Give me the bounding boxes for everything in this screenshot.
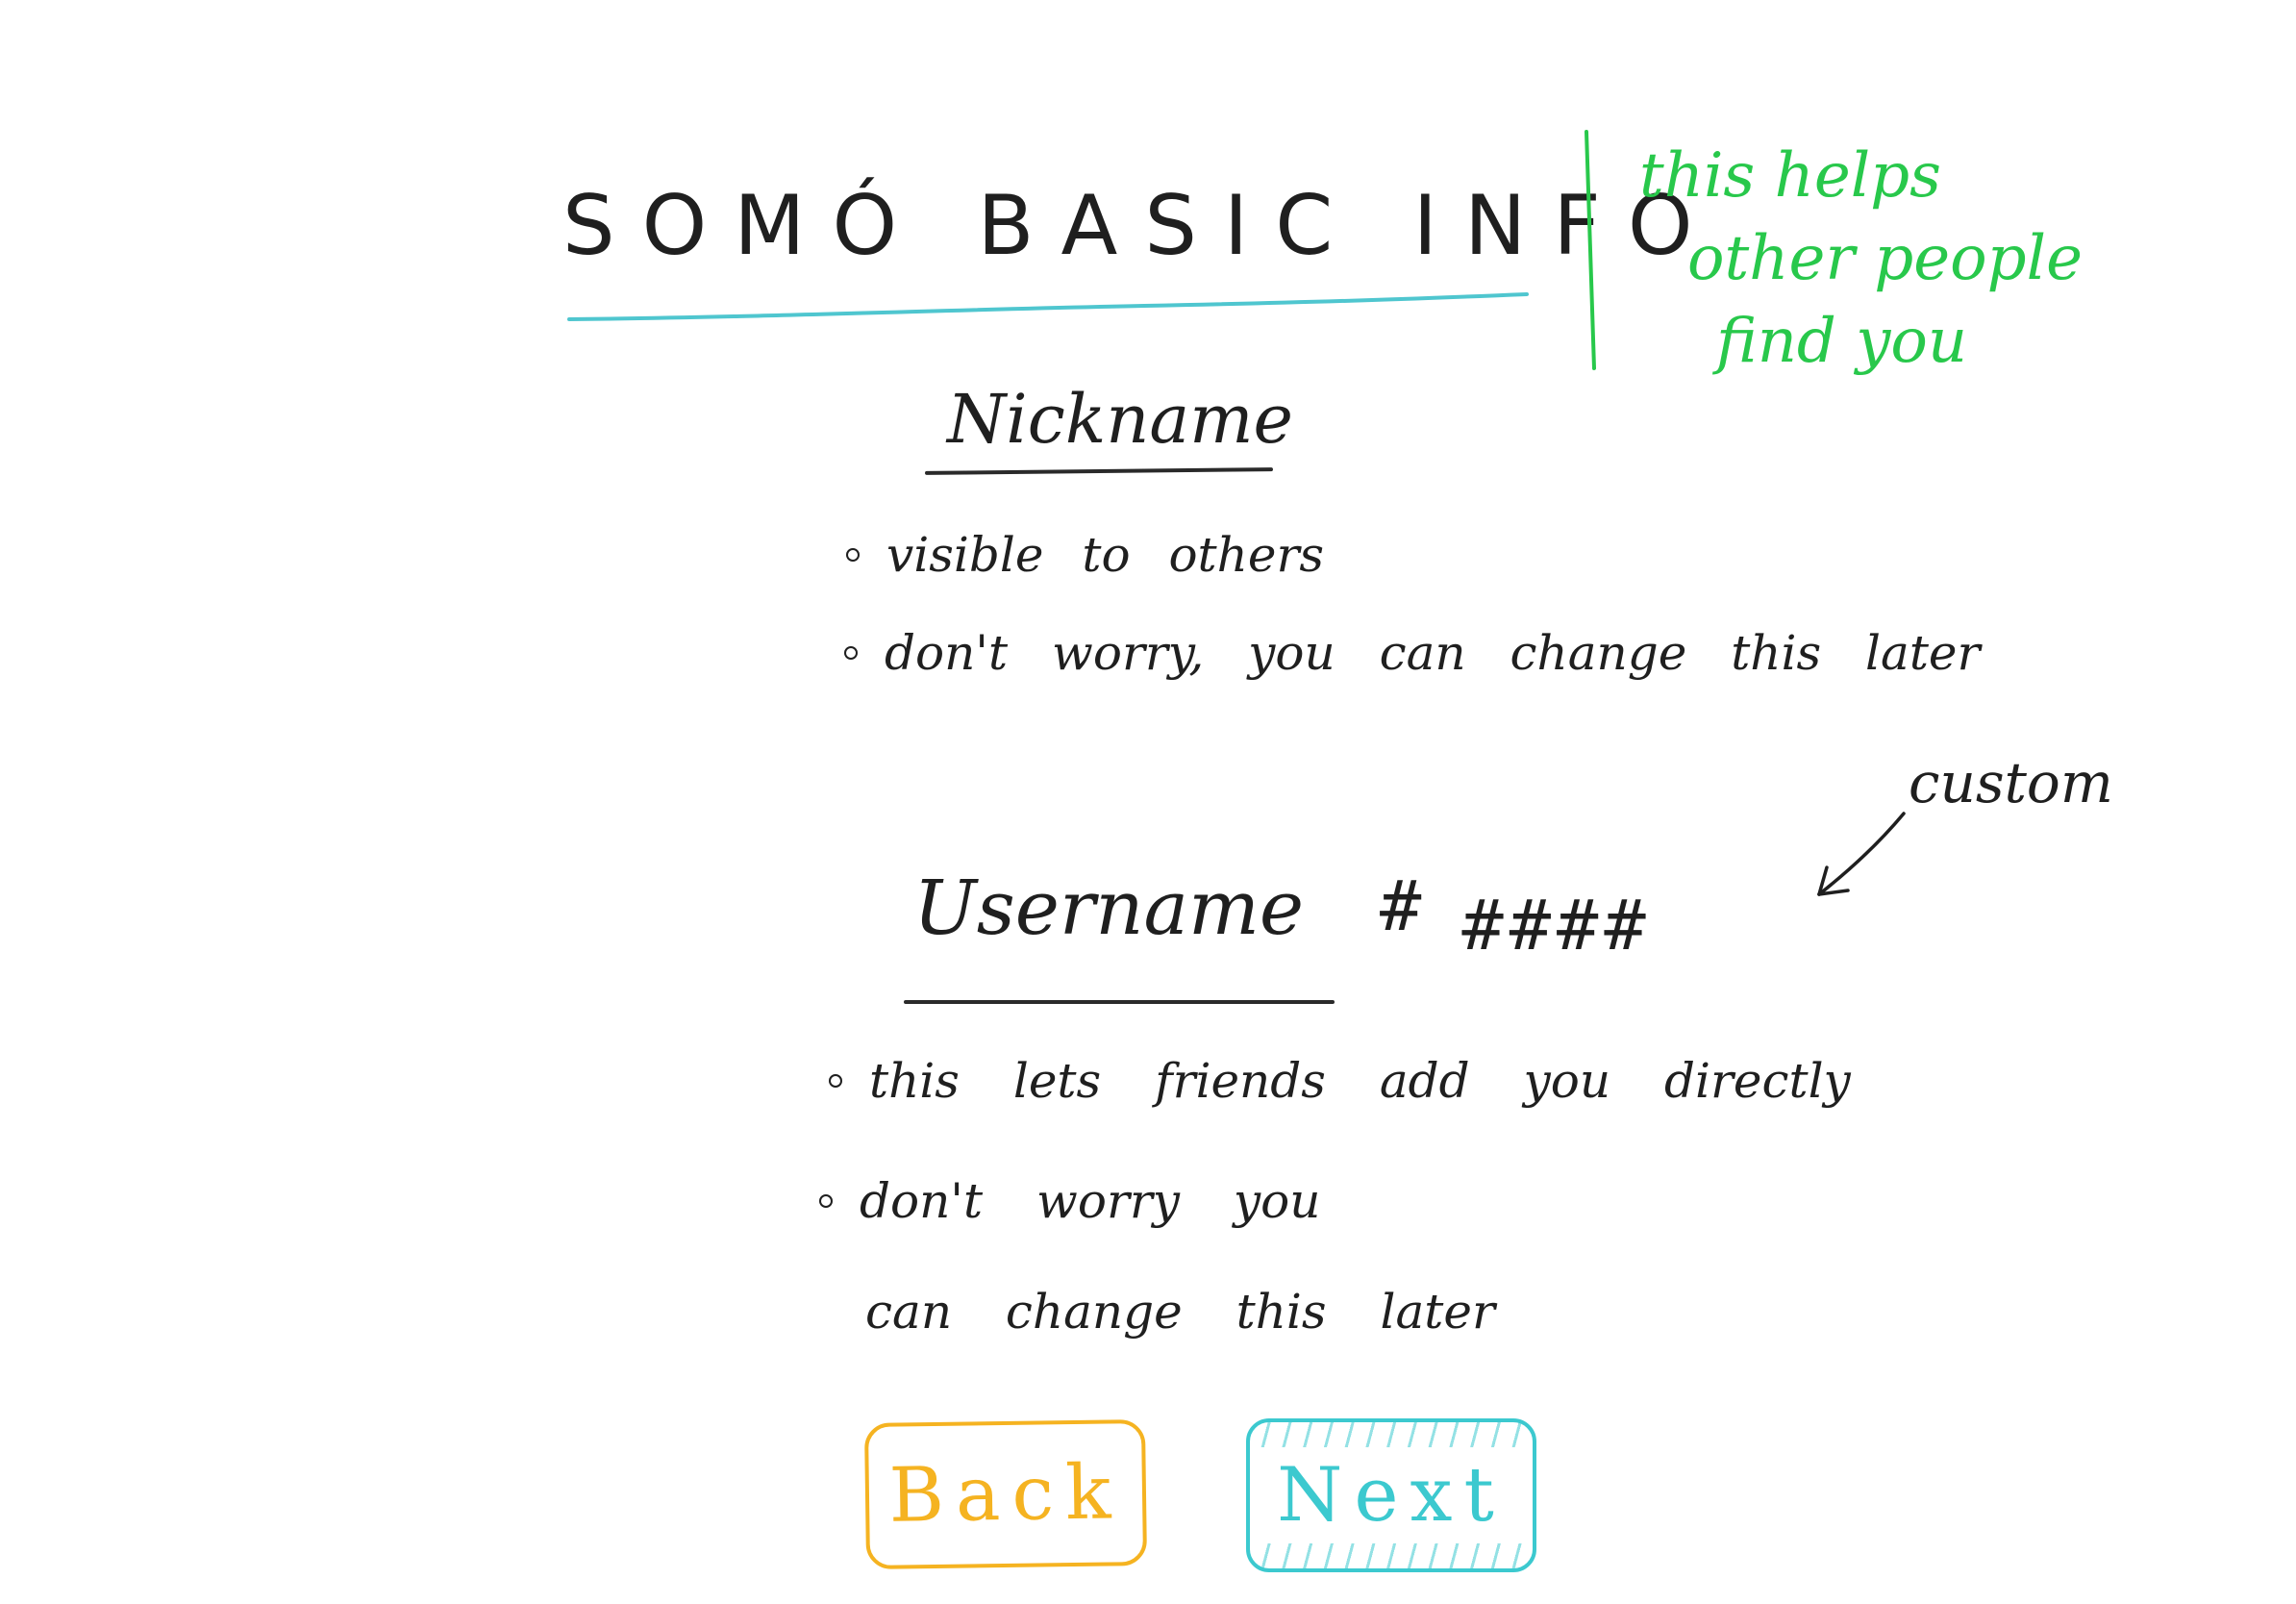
nickname-bullet: don't worry, you can change this later xyxy=(844,625,1980,681)
side-note-line: find you xyxy=(1716,306,1968,377)
bullet-dot xyxy=(829,1074,842,1088)
side-note-line: other people xyxy=(1687,223,2083,294)
side-note-divider xyxy=(1585,130,1596,370)
next-button-label: Next xyxy=(1277,1452,1506,1539)
back-button-label: Back xyxy=(887,1449,1124,1540)
bullet-text: don't worry you xyxy=(860,1173,1321,1229)
bullet-dot xyxy=(844,646,858,660)
page-title: SOMÓ BASIC INFO xyxy=(562,178,1720,274)
hash-prefix: # xyxy=(1380,865,1422,946)
username-heading: Username xyxy=(913,865,1305,952)
bullet-dot xyxy=(846,548,860,562)
username-input-line[interactable] xyxy=(904,1000,1335,1004)
side-note: this helps other people find you xyxy=(1639,135,2178,383)
side-note-line: this helps xyxy=(1639,140,1941,212)
custom-annotation: custom xyxy=(1909,750,2113,815)
username-bullet: this lets friends add you directly xyxy=(829,1053,1851,1109)
arrow-icon xyxy=(1817,812,1906,896)
hash-digits[interactable]: #### xyxy=(1461,885,1651,965)
username-bullet-continuation: can change this later xyxy=(865,1284,1495,1340)
back-button[interactable]: Back xyxy=(863,1418,1148,1570)
title-underline xyxy=(567,292,1529,321)
username-tag-format: # #### xyxy=(1380,865,1652,965)
nickname-input-line[interactable] xyxy=(924,467,1274,475)
next-button[interactable]: Next xyxy=(1246,1418,1536,1572)
nickname-heading: Nickname xyxy=(947,380,1293,459)
bullet-text: this lets friends add you directly xyxy=(869,1053,1851,1109)
next-button-hatching xyxy=(1250,1543,1533,1568)
nickname-bullet: visible to others xyxy=(846,527,1324,583)
bullet-text: don't worry, you can change this later xyxy=(885,625,1981,681)
bullet-dot xyxy=(819,1194,833,1208)
bullet-text: visible to others xyxy=(886,527,1325,583)
username-bullet: don't worry you xyxy=(819,1173,1320,1229)
